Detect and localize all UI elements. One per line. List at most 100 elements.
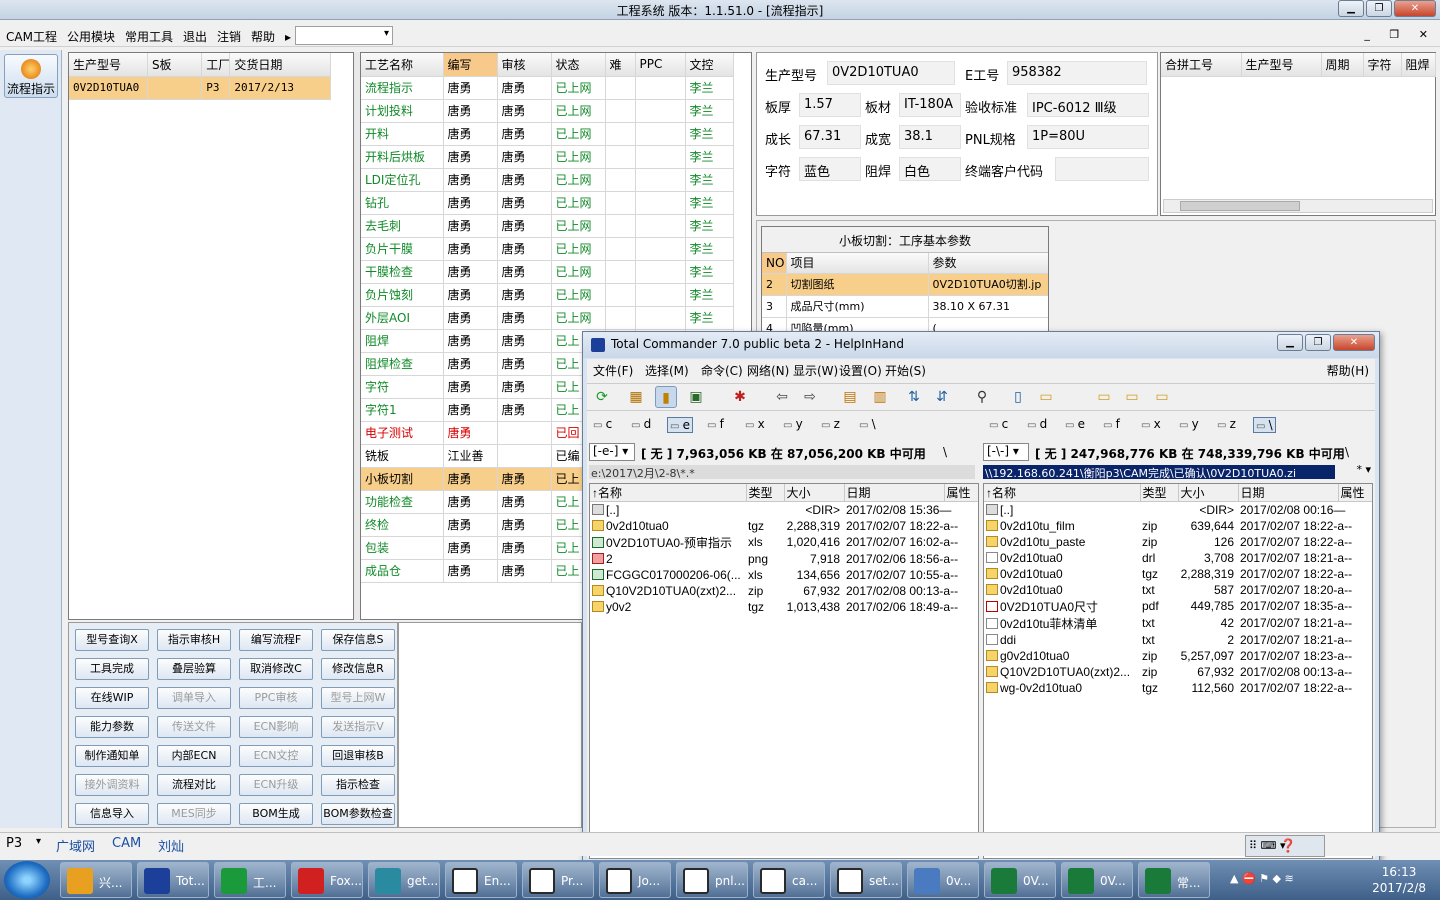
taskbar-item[interactable]: 工... — [214, 862, 286, 898]
factory-select[interactable]: P3 — [6, 836, 22, 851]
process-row[interactable]: 开料 唐勇 唐勇 已上网 李兰 — [361, 122, 734, 146]
pack-icon[interactable]: ▤ — [839, 386, 861, 408]
file-row[interactable]: 2 png 7,918 2017/02/06 18:56-a-- — [590, 551, 978, 567]
info-value[interactable]: 958382 — [1007, 61, 1147, 85]
taskbar-item[interactable]: 常... — [1138, 862, 1210, 898]
tc-menu-item[interactable]: 文件(F) — [593, 362, 633, 379]
action-button[interactable]: 信息导入 — [75, 803, 149, 825]
merge-col-header[interactable]: 阻焊 — [1401, 53, 1436, 77]
url-icon[interactable]: ⇵ — [931, 386, 953, 408]
process-row[interactable]: 干膜检查 唐勇 唐勇 已上网 李兰 — [361, 260, 734, 284]
info-value[interactable]: 0V2D10TUA0 — [827, 61, 955, 85]
process-col-header[interactable]: 编写 — [443, 53, 498, 77]
action-button[interactable]: MES同步 — [157, 803, 231, 825]
file-col-header[interactable]: 类型 — [1140, 484, 1179, 502]
menu-item[interactable]: 帮助 — [245, 25, 279, 45]
action-button[interactable]: 回退审核B — [321, 745, 395, 767]
start-button[interactable] — [4, 861, 50, 899]
ftp-icon[interactable]: ⇅ — [903, 386, 925, 408]
back-icon[interactable]: ⇦ — [771, 386, 793, 408]
file-col-header[interactable]: 属性 — [944, 484, 978, 502]
tc-minimize-button[interactable]: ▁ — [1277, 334, 1303, 351]
process-row[interactable]: 负片蚀刻 唐勇 唐勇 已上网 李兰 — [361, 283, 734, 307]
left-root-button[interactable]: \ — [943, 445, 947, 459]
action-button[interactable]: 内部ECN — [157, 745, 231, 767]
cut-col-header[interactable]: NO — [762, 253, 787, 274]
action-button[interactable]: ECN文控 — [239, 745, 313, 767]
file-col-header[interactable]: 属性 — [1338, 484, 1372, 502]
flow-instruction-button[interactable]: 流程指示 — [4, 54, 58, 98]
tc-menu-item[interactable]: 选择(M) — [645, 362, 689, 379]
process-col-header[interactable]: 文控 — [685, 53, 734, 77]
order-row[interactable]: 0V2D10TUA0 P3 2017/2/13 — [69, 76, 331, 100]
process-row[interactable]: 钻孔 唐勇 唐勇 已上网 李兰 — [361, 191, 734, 215]
taskbar-item[interactable]: set... — [830, 862, 902, 898]
clock[interactable]: 16:13 2017/2/8 — [1372, 864, 1426, 896]
tray-icons[interactable]: ▲ ⛔ ⚑ ◆ ≋ — [1230, 872, 1294, 885]
menu-item[interactable]: 退出 — [177, 25, 211, 45]
info-value[interactable]: 67.31 — [799, 125, 861, 149]
folder4-icon[interactable]: ▭ — [1151, 386, 1173, 408]
maximize-button[interactable]: ❐ — [1366, 0, 1392, 17]
file-row[interactable]: 0v2d10tu菲林清单 txt 42 2017/02/07 18:21-a-- — [984, 615, 1372, 632]
drive-button-d[interactable]: ▭ d — [629, 417, 653, 431]
file-row[interactable]: [..] <DIR> 2017/02/08 15:36— — [590, 502, 978, 518]
process-row[interactable]: 去毛刺 唐勇 唐勇 已上网 李兰 — [361, 214, 734, 238]
action-button[interactable]: 叠层验算 — [157, 658, 231, 680]
tc-menu-item[interactable]: 网络(N) — [747, 362, 789, 379]
left-file-list[interactable]: ↑名称 类型 大小 日期 属性 [..] <DIR> 2017/02/08 15:36— 0v2… — [589, 483, 979, 859]
tc-menu-item[interactable]: 命令(C) — [701, 362, 743, 379]
file-row[interactable]: 0v2d10tua0 txt 587 2017/02/07 18:20-a-- — [984, 582, 1372, 598]
file-col-header[interactable]: ↑名称 — [984, 484, 1141, 502]
brief-view-icon[interactable]: ▦ — [625, 386, 647, 408]
order-col-header[interactable]: 工厂 — [201, 53, 231, 77]
cut-col-header[interactable]: 参数 — [928, 253, 1048, 274]
merge-col-header[interactable]: 合拼工号 — [1161, 53, 1242, 77]
file-col-header[interactable]: 大小 — [1178, 484, 1239, 502]
action-button[interactable]: 保存信息S — [321, 629, 395, 651]
info-value[interactable]: 1.57 — [799, 93, 861, 117]
file-row[interactable]: wg-0v2d10tua0 tgz 112,560 2017/02/07 18:22-… — [984, 680, 1372, 696]
file-row[interactable]: g0v2d10tua0 zip 5,257,097 2017/02/07 18:23-… — [984, 648, 1372, 664]
tc-menu-item[interactable]: 设置(O) — [839, 362, 882, 379]
action-button[interactable]: 传送文件 — [157, 716, 231, 738]
menu-item[interactable]: CAM工程 — [0, 25, 61, 45]
taskbar-item[interactable]: 兴... — [60, 862, 132, 898]
info-value[interactable]: 蓝色 — [799, 157, 861, 181]
folder-icon[interactable]: ▭ — [1035, 386, 1057, 408]
right-root-button[interactable]: \ — [1345, 445, 1349, 459]
right-file-list[interactable]: ↑名称 类型 大小 日期 属性 [..] <DIR> 2017/02/08 00:16— 0v2… — [983, 483, 1373, 859]
action-button[interactable]: 取消修改C — [239, 658, 313, 680]
drive-button-y[interactable]: ▭ y — [781, 417, 805, 431]
language-bar[interactable]: ⠿ ⌨ ❓ ▾ — [1245, 835, 1325, 857]
process-row[interactable]: LDI定位孔 唐勇 唐勇 已上网 李兰 — [361, 168, 734, 192]
merge-col-header[interactable]: 生产型号 — [1241, 53, 1322, 77]
thumbnail-icon[interactable]: ▣ — [685, 386, 707, 408]
process-row[interactable]: 开料后烘板 唐勇 唐勇 已上网 李兰 — [361, 145, 734, 169]
taskbar-item[interactable]: 0v... — [907, 862, 979, 898]
tc-menu-help[interactable]: 帮助(H) — [1327, 362, 1369, 379]
process-row[interactable]: 流程指示 唐勇 唐勇 已上网 李兰 — [361, 76, 734, 100]
drive-button-e[interactable]: ▭ e — [1063, 417, 1087, 431]
action-button[interactable]: PPC审核 — [239, 687, 313, 709]
action-button[interactable]: 流程对比 — [157, 774, 231, 796]
process-col-header[interactable]: 难 — [605, 53, 636, 77]
file-row[interactable]: 0v2d10tua0 tgz 2,288,319 2017/02/07 18:22-a… — [590, 518, 978, 534]
process-row[interactable]: 负片干膜 唐勇 唐勇 已上网 李兰 — [361, 237, 734, 261]
process-col-header[interactable]: 工艺名称 — [361, 53, 444, 77]
taskbar-item[interactable]: Jo... — [599, 862, 671, 898]
info-value[interactable]: 白色 — [899, 157, 961, 181]
process-row[interactable]: 外层AOI 唐勇 唐勇 已上网 李兰 — [361, 306, 734, 330]
action-button[interactable]: 指示检查 — [321, 774, 395, 796]
tc-menu-item[interactable]: 开始(S) — [885, 362, 926, 379]
file-col-header[interactable]: 日期 — [1238, 484, 1339, 502]
tree-view-icon[interactable]: ▮ — [655, 386, 677, 408]
process-col-header[interactable]: 状态 — [551, 53, 606, 77]
taskbar-item[interactable]: 0V... — [1061, 862, 1133, 898]
folder3-icon[interactable]: ▭ — [1121, 386, 1143, 408]
file-row[interactable]: 0V2D10TUA0尺寸 pdf 449,785 2017/02/07 18:35-a… — [984, 598, 1372, 615]
process-col-header[interactable]: PPC — [635, 53, 686, 77]
minimize-button[interactable]: ▁ — [1338, 0, 1364, 17]
action-button[interactable]: ECN升级 — [239, 774, 313, 796]
file-row[interactable]: y0v2 tgz 1,013,438 2017/02/06 18:49-a-- — [590, 599, 978, 615]
